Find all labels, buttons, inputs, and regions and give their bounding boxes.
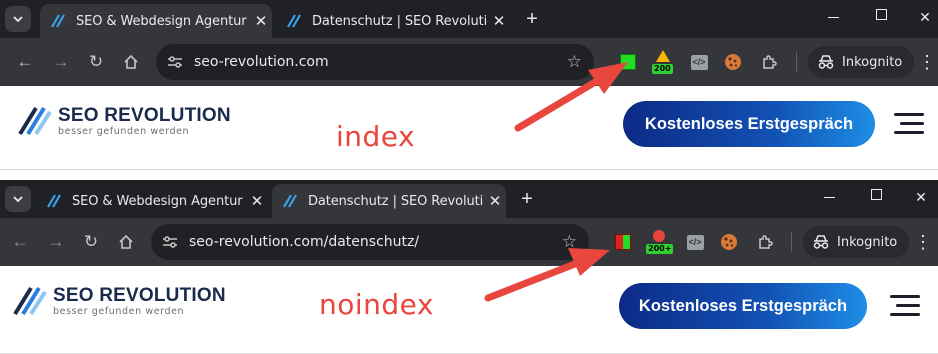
close-icon[interactable]: ✕ bbox=[250, 12, 272, 30]
window-close-icon[interactable]: ✕ bbox=[915, 9, 935, 26]
logo-name: SEO REVOLUTION bbox=[58, 105, 231, 126]
close-icon[interactable]: ✕ bbox=[246, 192, 268, 210]
webpage-viewport: SEO REVOLUTION besser gefunden werden no… bbox=[0, 266, 938, 354]
bookmark-star-icon[interactable]: ☆ bbox=[567, 52, 582, 72]
site-logo[interactable]: SEO REVOLUTION besser gefunden werden bbox=[18, 106, 231, 138]
logo-text: SEO REVOLUTION besser gefunden werden bbox=[58, 106, 231, 138]
hamburger-menu-icon[interactable] bbox=[894, 113, 924, 135]
cta-button[interactable]: Kostenloses Erstgespräch bbox=[619, 283, 867, 329]
annotation-label: index bbox=[336, 120, 416, 153]
seo-revolution-favicon bbox=[47, 194, 61, 208]
bookmark-star-icon[interactable]: ☆ bbox=[562, 232, 577, 252]
logo-slashes-icon bbox=[13, 286, 47, 316]
hamburger-menu-icon[interactable] bbox=[890, 295, 920, 317]
browser-screenshot-index: SEO & Webdesign Agentur Berl ✕ Datenschu… bbox=[0, 0, 938, 170]
forward-icon[interactable]: → bbox=[48, 49, 74, 75]
tab-title: Datenschutz | SEO Revolution bbox=[308, 193, 484, 209]
address-bar[interactable]: seo-revolution.com/datenschutz/ ☆ bbox=[151, 224, 589, 260]
tab-title: Datenschutz | SEO Revolution bbox=[312, 13, 488, 29]
tab-datenschutz[interactable]: Datenschutz | SEO Revolution ✕ bbox=[276, 4, 510, 38]
screenshot-gap bbox=[0, 170, 938, 180]
close-icon[interactable]: ✕ bbox=[484, 192, 506, 210]
back-icon[interactable]: ← bbox=[12, 49, 38, 75]
incognito-icon bbox=[813, 235, 829, 249]
logo-slogan: besser gefunden werden bbox=[58, 126, 190, 137]
toolbar: ← → ↻ seo-revolution.com/datenschutz/ ☆ … bbox=[0, 218, 938, 266]
kebab-menu-icon[interactable]: ⋮ bbox=[914, 233, 932, 251]
toolbar-divider bbox=[791, 232, 792, 252]
incognito-chip[interactable]: Inkognito bbox=[803, 226, 910, 258]
logo-name: SEO REVOLUTION bbox=[53, 285, 226, 306]
new-tab-icon[interactable]: + bbox=[521, 8, 543, 30]
tab-datenschutz[interactable]: Datenschutz | SEO Revolution ✕ bbox=[272, 184, 506, 218]
chevron-down-icon bbox=[13, 16, 23, 23]
incognito-label: Inkognito bbox=[837, 234, 898, 250]
logo-slogan: besser gefunden werden bbox=[53, 306, 185, 317]
address-bar[interactable]: seo-revolution.com ☆ bbox=[156, 44, 594, 80]
tab-search-button[interactable] bbox=[5, 6, 31, 32]
seo-revolution-favicon bbox=[283, 194, 297, 208]
close-icon[interactable]: ✕ bbox=[488, 12, 510, 30]
tab-title: SEO & Webdesign Agentur Berl bbox=[76, 13, 250, 29]
seo-revolution-favicon bbox=[287, 14, 301, 28]
browser-screenshot-noindex: SEO & Webdesign Agentur Berl ✕ Datenschu… bbox=[0, 180, 938, 354]
http-status-icon[interactable]: 200 bbox=[650, 49, 676, 75]
reload-icon[interactable]: ↻ bbox=[78, 229, 104, 255]
site-logo[interactable]: SEO REVOLUTION besser gefunden werden bbox=[13, 286, 226, 318]
extensions-puzzle-icon[interactable] bbox=[754, 231, 776, 253]
window-maximize-icon[interactable] bbox=[867, 189, 887, 200]
window-maximize-icon[interactable] bbox=[872, 9, 892, 20]
home-icon[interactable] bbox=[113, 229, 139, 255]
seo-revolution-favicon bbox=[51, 14, 65, 28]
source-code-icon[interactable]: </> bbox=[684, 231, 706, 253]
webpage-viewport: SEO REVOLUTION besser gefunden werden in… bbox=[0, 86, 938, 170]
tab-title: SEO & Webdesign Agentur Berl bbox=[72, 193, 246, 209]
tab-home[interactable]: SEO & Webdesign Agentur Berl ✕ bbox=[36, 184, 268, 218]
chevron-down-icon bbox=[13, 196, 23, 203]
logo-text: SEO REVOLUTION besser gefunden werden bbox=[53, 286, 226, 318]
tab-search-button[interactable] bbox=[5, 186, 31, 212]
status-badge: 200+ bbox=[646, 244, 674, 254]
kebab-menu-icon[interactable]: ⋮ bbox=[918, 53, 936, 71]
incognito-icon bbox=[818, 55, 834, 69]
forward-icon[interactable]: → bbox=[43, 229, 69, 255]
new-tab-icon[interactable]: + bbox=[516, 188, 538, 210]
extensions-puzzle-icon[interactable] bbox=[758, 51, 780, 73]
tab-strip: SEO & Webdesign Agentur Berl ✕ Datenschu… bbox=[0, 180, 938, 218]
window-minimize-icon[interactable] bbox=[820, 189, 840, 198]
annotation-label: noindex bbox=[319, 288, 434, 321]
window-close-icon[interactable]: ✕ bbox=[911, 189, 931, 206]
robots-status-icon[interactable] bbox=[613, 232, 633, 252]
toolbar: ← → ↻ seo-revolution.com ☆ 200 </> Inkog… bbox=[0, 38, 938, 86]
site-info-icon[interactable] bbox=[157, 229, 183, 255]
tab-strip: SEO & Webdesign Agentur Berl ✕ Datenschu… bbox=[0, 0, 938, 38]
reload-icon[interactable]: ↻ bbox=[83, 49, 109, 75]
incognito-chip[interactable]: Inkognito bbox=[808, 46, 915, 78]
url-text: seo-revolution.com/datenschutz/ bbox=[189, 234, 420, 250]
cookie-icon[interactable] bbox=[718, 231, 740, 253]
cookie-icon[interactable] bbox=[722, 51, 744, 73]
tab-home[interactable]: SEO & Webdesign Agentur Berl ✕ bbox=[40, 4, 272, 38]
back-icon[interactable]: ← bbox=[7, 229, 33, 255]
site-info-icon[interactable] bbox=[162, 49, 188, 75]
cta-button[interactable]: Kostenloses Erstgespräch bbox=[623, 101, 875, 147]
home-icon[interactable] bbox=[118, 49, 144, 75]
http-status-icon[interactable]: 200+ bbox=[645, 229, 674, 255]
window-minimize-icon[interactable] bbox=[824, 9, 844, 18]
robots-status-icon[interactable] bbox=[618, 52, 638, 72]
status-badge: 200 bbox=[652, 64, 673, 74]
toolbar-divider bbox=[796, 52, 797, 72]
url-text: seo-revolution.com bbox=[194, 54, 329, 70]
logo-slashes-icon bbox=[18, 106, 52, 136]
source-code-icon[interactable]: </> bbox=[688, 51, 710, 73]
incognito-label: Inkognito bbox=[842, 54, 903, 70]
